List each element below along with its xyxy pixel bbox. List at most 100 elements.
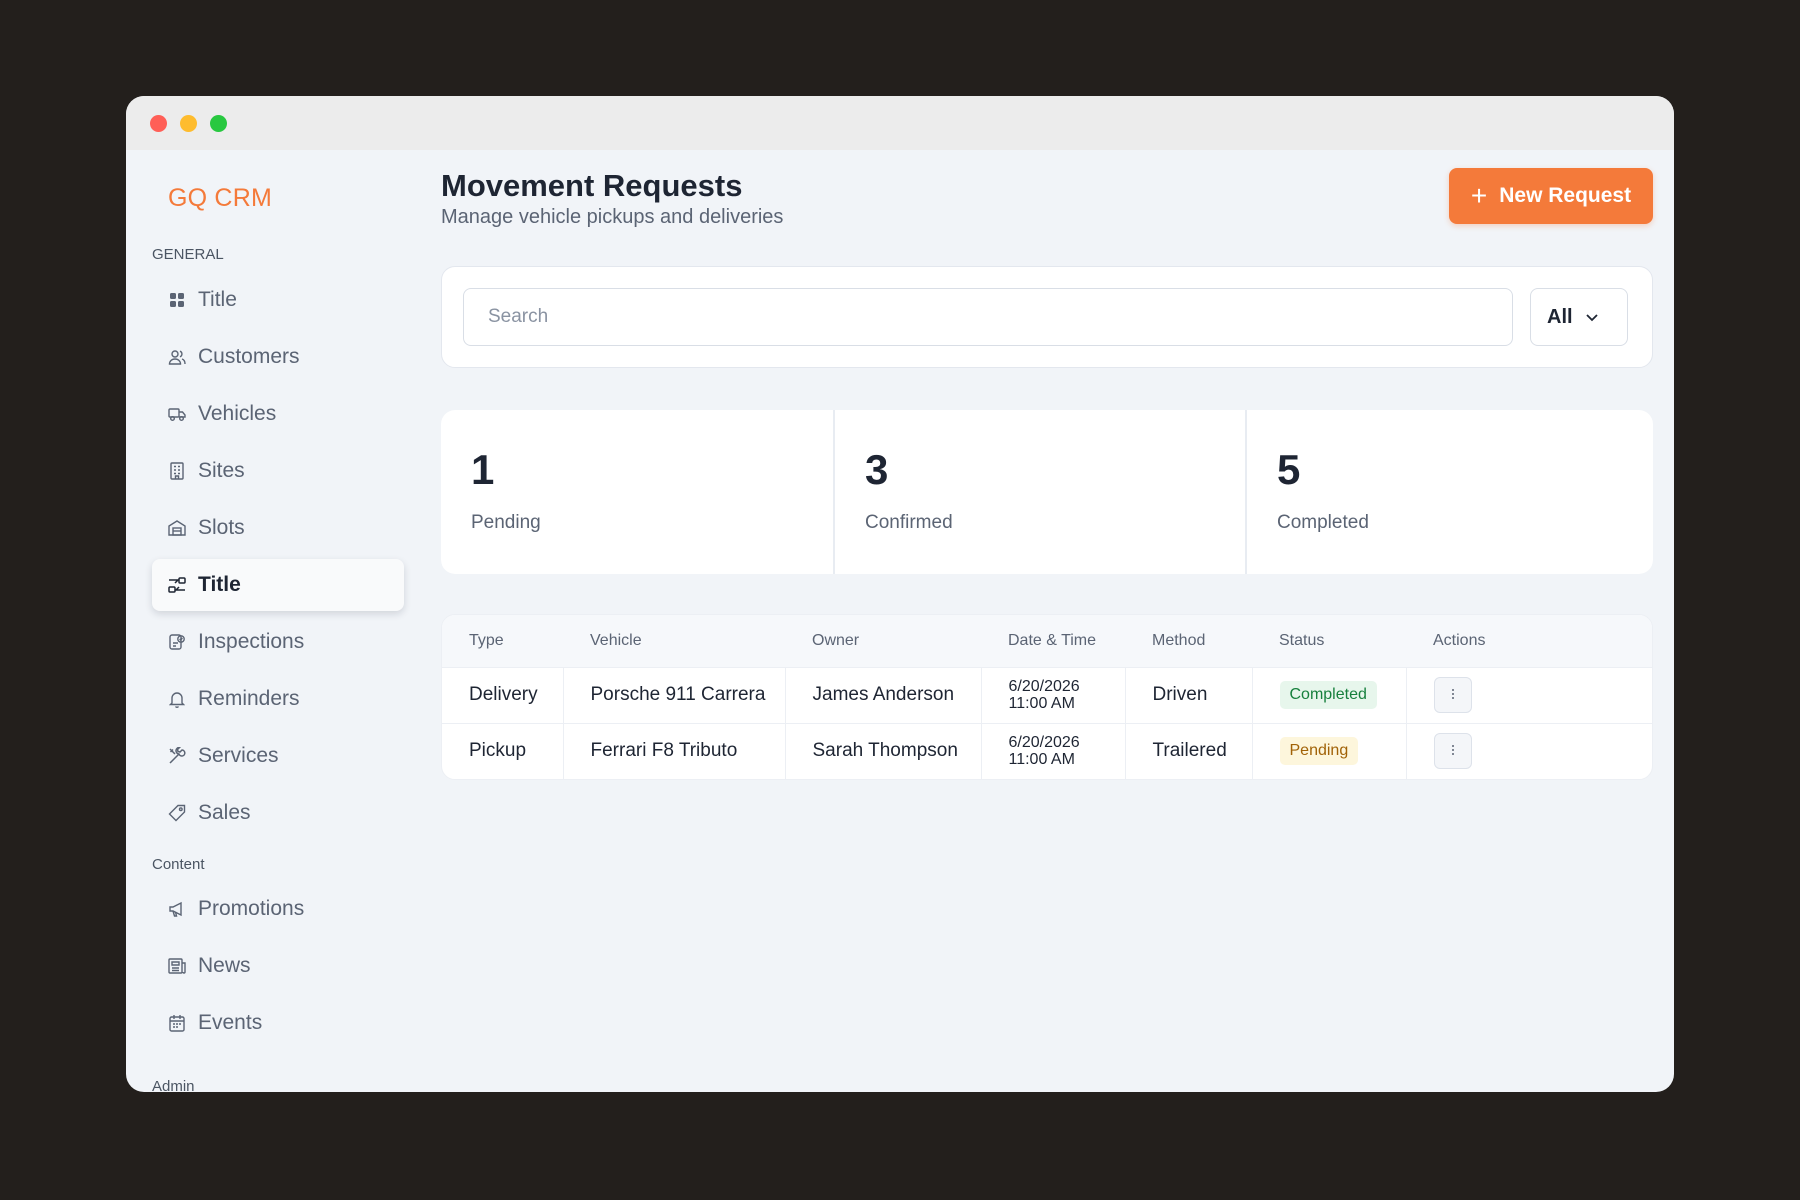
calendar-icon [168,1014,186,1032]
table-row[interactable]: Delivery Porsche 911 Carrera James Ander… [442,666,1652,723]
sidebar-section-content: Content [152,856,205,873]
search-card: All [441,266,1653,368]
movement-icon [168,576,186,594]
sidebar-item-label: Sales [198,801,251,824]
cell-time: 11:00 AM [1008,695,1075,712]
table-header-row: Type Vehicle Owner Date & Time Method St… [442,615,1652,667]
clipboard-check-icon [168,633,186,651]
sidebar: GQ CRM GENERAL Title Customers Vehicles [126,150,404,1092]
sidebar-item-news[interactable]: News [152,940,404,992]
sidebar-item-movement-title[interactable]: Title [152,559,404,611]
chevron-down-icon [1585,306,1599,329]
column-header-vehicle[interactable]: Vehicle [563,615,785,667]
requests-table: Type Vehicle Owner Date & Time Method St… [442,615,1652,779]
new-request-button[interactable]: + New Request [1449,168,1653,224]
stat-label: Completed [1277,512,1369,533]
sidebar-item-label: Reminders [198,687,300,710]
cell-owner: Sarah Thompson [785,722,982,779]
status-badge: Pending [1279,737,1359,766]
sidebar-item-label: Title [198,573,241,596]
cell-actions [1406,666,1652,723]
grid-icon [168,291,186,309]
cell-date: 6/20/2026 [1008,734,1080,752]
cell-method: Trailered [1125,722,1253,779]
stat-label: Confirmed [865,512,953,533]
sidebar-item-vehicles[interactable]: Vehicles [152,388,404,440]
bell-icon [168,690,186,708]
cell-vehicle: Porsche 911 Carrera [563,666,786,723]
more-vertical-icon [1451,744,1455,759]
title-bar [126,96,1674,150]
cell-time: 11:00 AM [1008,751,1075,769]
row-actions-button[interactable] [1433,677,1472,713]
more-vertical-icon [1451,688,1455,703]
table-row[interactable]: Pickup Ferrari F8 Tributo Sarah Thompson… [442,722,1652,779]
sidebar-item-services[interactable]: Services [152,730,404,782]
cell-type: Pickup [442,722,564,779]
status-filter-select[interactable]: All [1530,288,1628,346]
stat-card-pending: 1 Pending [441,410,833,574]
column-header-method[interactable]: Method [1125,615,1252,667]
sidebar-section-admin: Admin [152,1078,195,1092]
sidebar-section-general: GENERAL [152,246,224,263]
sidebar-item-sites[interactable]: Sites [152,445,404,497]
wrench-icon [168,747,186,765]
sidebar-item-label: Inspections [198,630,305,653]
cell-owner: James Anderson [785,666,982,723]
status-badge: Completed [1279,681,1377,709]
users-icon [168,348,186,366]
cell-status: Pending [1252,722,1407,779]
sidebar-item-events[interactable]: Events [152,997,404,1049]
maximize-window-button[interactable] [210,115,227,132]
stat-card-completed: 5 Completed [1247,410,1653,574]
new-request-label: New Request [1499,184,1632,207]
status-filter-value: All [1547,305,1573,328]
minimize-window-button[interactable] [180,115,197,132]
sidebar-item-label: Events [198,1011,263,1034]
column-header-date-time[interactable]: Date & Time [981,615,1125,667]
column-header-status[interactable]: Status [1252,615,1406,667]
column-header-actions: Actions [1406,615,1652,667]
megaphone-icon [168,900,186,918]
sidebar-item-reminders[interactable]: Reminders [152,673,404,725]
sidebar-item-label: Vehicles [198,402,277,425]
sidebar-item-title[interactable]: Title [152,274,404,326]
stat-label: Pending [471,512,541,533]
app-window: GQ CRM GENERAL Title Customers Vehicles [126,96,1674,1092]
garage-icon [168,519,186,537]
building-icon [168,462,186,480]
close-window-button[interactable] [150,115,167,132]
newspaper-icon [168,957,186,975]
row-actions-button[interactable] [1433,733,1472,770]
cell-date-time: 6/20/2026 11:00 AM [981,722,1126,779]
cell-actions [1406,722,1652,779]
sidebar-item-customers[interactable]: Customers [152,331,404,383]
column-header-type[interactable]: Type [442,615,563,667]
cell-date: 6/20/2026 [1008,678,1080,695]
cell-date-time: 6/20/2026 11:00 AM [981,666,1126,723]
main-content: Movement Requests Manage vehicle pickups… [441,150,1653,1092]
truck-icon [168,405,186,423]
sidebar-item-label: Title [198,288,237,311]
requests-table-card: Type Vehicle Owner Date & Time Method St… [441,614,1653,780]
sidebar-item-sales[interactable]: Sales [152,787,404,839]
brand-logo[interactable]: GQ CRM [168,184,272,213]
column-header-owner[interactable]: Owner [785,615,981,667]
stat-card-confirmed: 3 Confirmed [835,410,1245,574]
sidebar-item-label: Services [198,744,279,767]
sidebar-item-label: Slots [198,516,245,539]
page-title: Movement Requests [441,168,743,203]
sidebar-item-inspections[interactable]: Inspections [152,616,404,668]
cell-method: Driven [1125,666,1253,723]
stat-value: 1 [471,446,495,493]
stats-row: 1 Pending 3 Confirmed 5 Completed [441,410,1653,574]
search-input[interactable] [463,288,1513,346]
plus-icon: + [1470,180,1488,211]
sidebar-item-slots[interactable]: Slots [152,502,404,554]
stat-value: 5 [1277,446,1301,493]
sidebar-item-promotions[interactable]: Promotions [152,883,404,935]
cell-status: Completed [1252,666,1407,723]
sidebar-item-label: Promotions [198,897,305,920]
sidebar-item-label: Customers [198,345,300,368]
page-subtitle: Manage vehicle pickups and deliveries [441,206,784,228]
